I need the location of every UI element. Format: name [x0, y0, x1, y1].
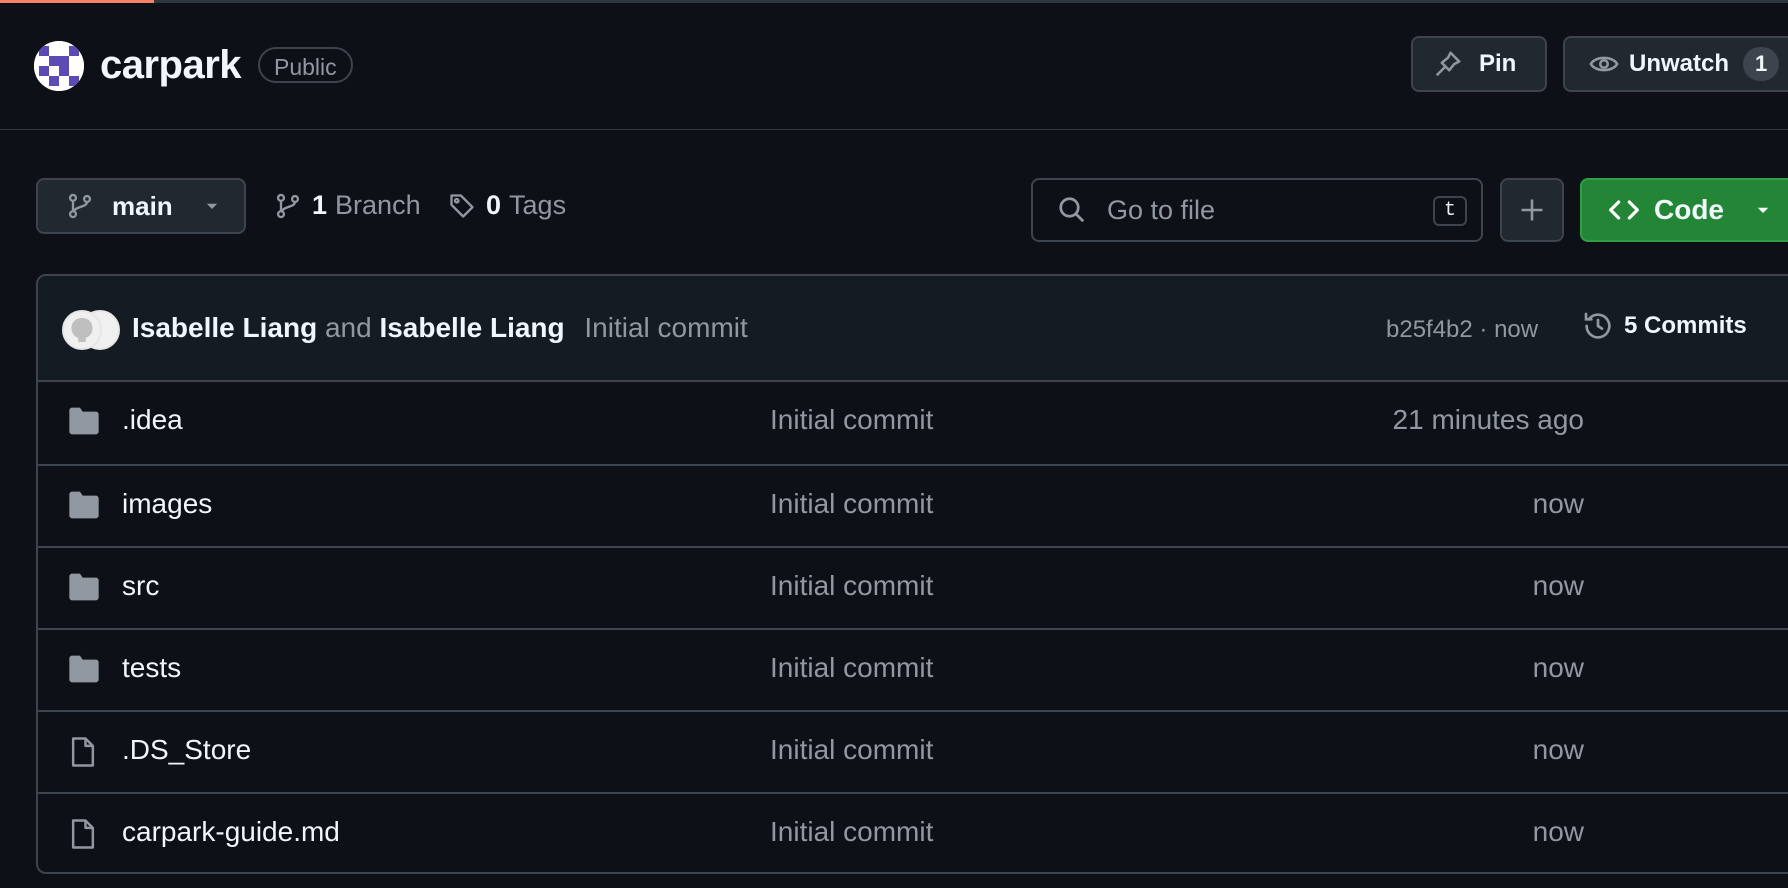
commits-count-label: 5 Commits	[1624, 312, 1747, 339]
file-commit-message[interactable]: Initial commit	[770, 816, 933, 848]
github-octocat-icon	[71, 318, 93, 342]
file-name[interactable]: images	[122, 488, 212, 520]
code-label: Code	[1654, 194, 1724, 225]
commit-message[interactable]: Initial commit	[584, 312, 747, 343]
unwatch-label: Unwatch	[1629, 50, 1730, 77]
repo-owner-avatar[interactable]	[34, 41, 84, 91]
file-name[interactable]: src	[122, 570, 159, 602]
keyboard-shortcut-hint: t	[1433, 196, 1467, 226]
file-commit-message[interactable]: Initial commit	[770, 404, 933, 436]
file-commit-time: now	[1532, 488, 1584, 519]
chevron-down-icon	[206, 203, 217, 209]
file-commit-message[interactable]: Initial commit	[770, 488, 933, 520]
file-commit-message[interactable]: Initial commit	[770, 652, 933, 684]
commit-author[interactable]: Isabelle Liang	[132, 312, 317, 343]
latest-commit-bar: Isabelle Liang and Isabelle Liang Initia…	[38, 276, 1788, 382]
file-name[interactable]: .idea	[122, 404, 183, 436]
pin-icon	[1435, 51, 1461, 77]
file-commit-message[interactable]: Initial commit	[770, 570, 933, 602]
git-branch-icon	[276, 193, 300, 218]
chevron-down-icon	[1757, 207, 1769, 213]
history-icon	[1584, 312, 1611, 339]
file-commit-message[interactable]: Initial commit	[770, 734, 933, 766]
watch-counter: 1	[1743, 47, 1780, 81]
commit-summary: Isabelle Liang and Isabelle Liang Initia…	[132, 312, 748, 344]
file-row[interactable]: tests Initial commit now	[38, 628, 1788, 710]
file-commit-time: now	[1532, 570, 1584, 601]
tag-count: 0	[486, 190, 502, 220]
file-row[interactable]: images Initial commit now	[38, 464, 1788, 546]
commit-coauthor[interactable]: Isabelle Liang	[379, 312, 564, 343]
pin-label: Pin	[1479, 50, 1517, 77]
avatar	[62, 310, 102, 350]
file-icon	[68, 736, 98, 773]
go-to-file-search[interactable]: t	[1031, 178, 1483, 242]
file-browser: Isabelle Liang and Isabelle Liang Initia…	[36, 274, 1788, 874]
file-commit-time: now	[1532, 652, 1584, 683]
repo-header: carpark Public Pin Unwatch 1	[0, 3, 1788, 130]
plus-icon	[1521, 199, 1543, 221]
file-commit-time: 21 minutes ago	[1392, 404, 1584, 435]
tag-icon	[450, 193, 474, 218]
commits-link[interactable]: 5 Commits	[1582, 310, 1747, 342]
folder-icon	[68, 572, 100, 607]
commit-avatars[interactable]	[62, 310, 124, 350]
file-row[interactable]: carpark-guide.md Initial commit now	[38, 792, 1788, 872]
add-file-button[interactable]	[1500, 178, 1564, 242]
search-input[interactable]	[1105, 193, 1409, 227]
unwatch-button[interactable]: Unwatch 1	[1563, 36, 1788, 92]
file-name[interactable]: tests	[122, 652, 181, 684]
file-icon	[68, 818, 98, 855]
commit-joiner: and	[324, 312, 372, 343]
file-commit-time: now	[1532, 734, 1584, 765]
visibility-badge: Public	[258, 47, 353, 83]
pin-button[interactable]: Pin	[1411, 36, 1547, 92]
file-row[interactable]: .DS_Store Initial commit now	[38, 710, 1788, 792]
repo-name[interactable]: carpark	[100, 43, 242, 88]
branch-count-label: Branch	[335, 190, 421, 220]
search-icon	[1059, 197, 1085, 223]
folder-icon	[68, 406, 100, 441]
folder-icon	[68, 490, 100, 525]
file-row[interactable]: src Initial commit now	[38, 546, 1788, 628]
branch-count: 1	[312, 190, 328, 220]
file-row[interactable]: .idea Initial commit 21 minutes ago	[38, 382, 1788, 464]
branches-link[interactable]: 1 Branch	[274, 190, 421, 221]
branch-name: main	[112, 190, 173, 221]
eye-icon	[1589, 56, 1619, 72]
code-button[interactable]: Code	[1580, 178, 1788, 242]
tags-link[interactable]: 0 Tags	[448, 190, 566, 221]
file-name[interactable]: carpark-guide.md	[122, 816, 340, 848]
tag-count-label: Tags	[509, 190, 567, 220]
commit-hash-time[interactable]: b25f4b2 · now	[1386, 316, 1538, 344]
code-icon	[1609, 200, 1639, 220]
folder-icon	[68, 654, 100, 689]
file-name[interactable]: .DS_Store	[122, 734, 251, 766]
file-commit-time: now	[1532, 816, 1584, 847]
git-branch-icon	[68, 193, 92, 219]
branch-selector[interactable]: main	[36, 178, 246, 234]
